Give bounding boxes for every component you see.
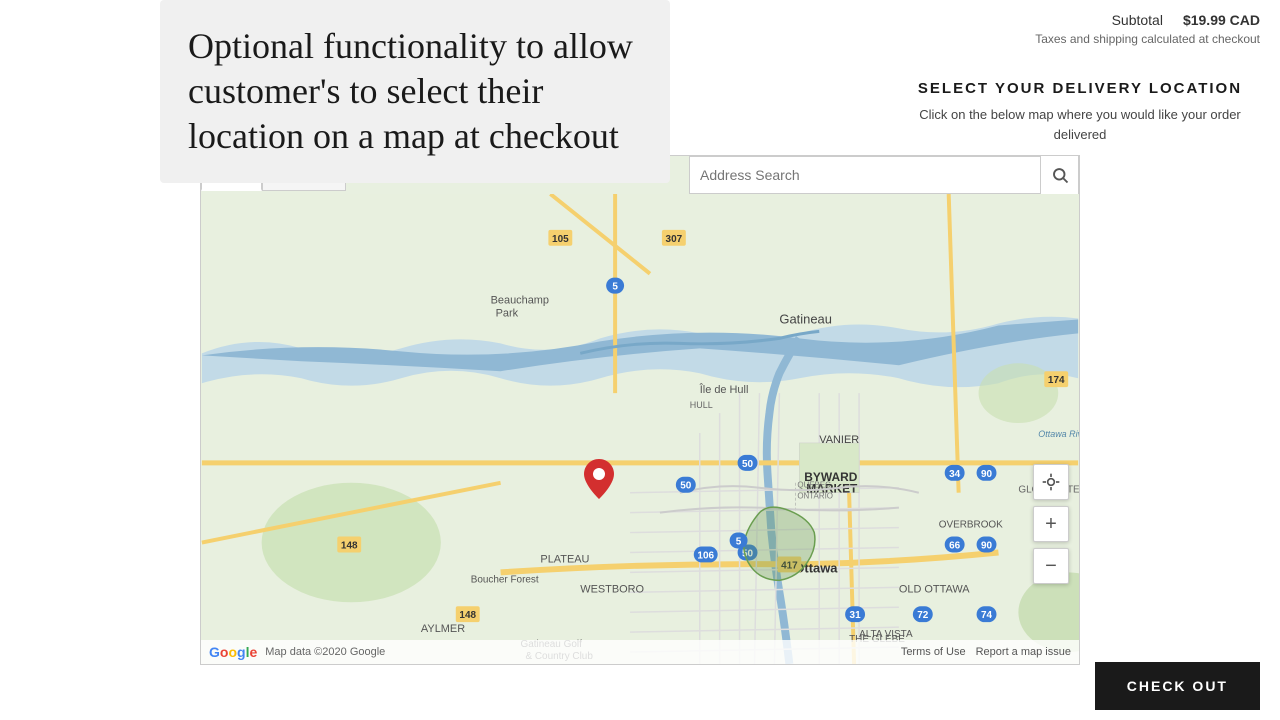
svg-text:Beauchamp: Beauchamp (491, 295, 549, 307)
report-link[interactable]: Report a map issue (976, 646, 1071, 658)
svg-text:90: 90 (981, 469, 993, 480)
google-logo: Google (209, 644, 257, 660)
svg-text:Boucher Forest: Boucher Forest (471, 574, 539, 585)
svg-text:106: 106 (697, 550, 714, 561)
svg-text:5: 5 (612, 282, 618, 293)
svg-text:Park: Park (496, 307, 519, 319)
address-search-input[interactable] (690, 167, 1040, 183)
attribution-links: Terms of Use Report a map issue (901, 646, 1071, 658)
svg-text:WESTBORO: WESTBORO (580, 583, 644, 595)
checkout-button[interactable]: CHECK OUT (1095, 662, 1260, 710)
order-summary: Subtotal $19.99 CAD Taxes and shipping c… (1035, 12, 1260, 46)
terms-link[interactable]: Terms of Use (901, 646, 966, 658)
svg-text:VANIER: VANIER (819, 434, 859, 446)
svg-text:PLATEAU: PLATEAU (540, 553, 589, 565)
subtotal-label: Subtotal (1112, 12, 1163, 28)
svg-text:OLD OTTAWA: OLD OTTAWA (899, 583, 970, 595)
search-button[interactable] (1040, 156, 1078, 194)
svg-text:OVERBROOK: OVERBROOK (939, 520, 1003, 531)
svg-text:5: 5 (736, 537, 742, 548)
svg-text:50: 50 (680, 481, 692, 492)
svg-text:105: 105 (552, 234, 569, 245)
svg-text:174: 174 (1048, 375, 1065, 386)
subtotal-value: $19.99 CAD (1183, 12, 1260, 28)
map-background: VANIER BYWARD MARKET Ottawa WESTBORO OLD… (201, 194, 1079, 664)
zoom-in-button[interactable]: + (1033, 506, 1069, 542)
svg-text:307: 307 (666, 234, 683, 245)
svg-text:31: 31 (850, 610, 862, 621)
zoom-out-button[interactable]: − (1033, 548, 1069, 584)
map-data-text: Map data ©2020 Google (265, 646, 385, 658)
tax-note: Taxes and shipping calculated at checkou… (1035, 32, 1260, 46)
locate-button[interactable] (1033, 464, 1069, 500)
delivery-subtitle: Click on the below map where you would l… (900, 105, 1260, 144)
svg-text:148: 148 (459, 610, 476, 621)
svg-text:HULL: HULL (690, 400, 713, 410)
tooltip-box: Optional functionality to allow customer… (160, 0, 670, 183)
map-container[interactable]: Map Satellite (200, 155, 1080, 665)
svg-text:AYLMER: AYLMER (421, 623, 465, 635)
svg-text:72: 72 (917, 610, 929, 621)
svg-text:Île de Hull: Île de Hull (699, 383, 749, 396)
svg-text:66: 66 (949, 540, 961, 551)
delivery-panel: SELECT YOUR DELIVERY LOCATION Click on t… (900, 80, 1260, 144)
svg-text:Ottawa River: Ottawa River (1038, 429, 1079, 439)
map-pin (584, 459, 614, 504)
tooltip-heading: Optional functionality to allow customer… (188, 24, 642, 159)
svg-text:74: 74 (981, 610, 993, 621)
svg-text:Gatineau: Gatineau (779, 311, 832, 326)
svg-text:34: 34 (949, 469, 961, 480)
map-svg: VANIER BYWARD MARKET Ottawa WESTBORO OLD… (201, 194, 1079, 664)
address-search-bar (689, 156, 1079, 194)
svg-text:ONTARIO: ONTARIO (797, 492, 833, 501)
delivery-title: SELECT YOUR DELIVERY LOCATION (900, 80, 1260, 97)
svg-text:148: 148 (341, 540, 358, 551)
search-icon (1051, 166, 1069, 184)
map-controls: + − (1033, 464, 1069, 584)
svg-text:50: 50 (742, 459, 754, 470)
map-attribution: Google Map data ©2020 Google Terms of Us… (201, 640, 1079, 664)
svg-text:90: 90 (981, 540, 993, 551)
